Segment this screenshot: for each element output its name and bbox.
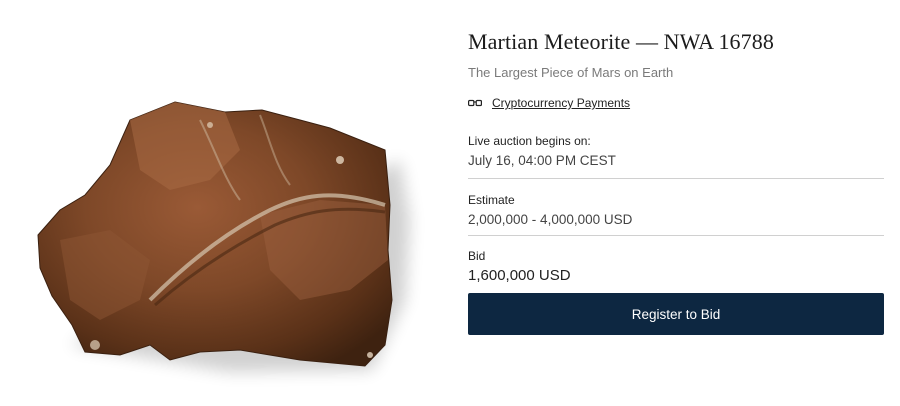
crypto-payments[interactable]: Cryptocurrency Payments [468, 96, 884, 110]
lot-details: Martian Meteorite — NWA 16788 The Larges… [468, 28, 884, 284]
divider [468, 178, 884, 179]
bid-value: 1,600,000 USD [468, 267, 571, 284]
auction-start-section: Live auction begins on: July 16, 04:00 P… [468, 133, 884, 170]
lot-subtitle: The Largest Piece of Mars on Earth [468, 65, 674, 80]
crypto-payments-link[interactable]: Cryptocurrency Payments [492, 96, 630, 110]
bid-section: Bid 1,600,000 USD [468, 248, 884, 285]
estimate-label: Estimate [468, 193, 515, 207]
register-to-bid-button[interactable]: Register to Bid [468, 293, 884, 335]
estimate-value: 2,000,000 - 4,000,000 USD [468, 212, 633, 227]
crypto-glasses-icon [468, 99, 482, 107]
estimate-section: Estimate 2,000,000 - 4,000,000 USD [468, 192, 884, 229]
meteorite-image [0, 0, 440, 406]
divider [468, 235, 884, 236]
auction-start-label: Live auction begins on: [468, 134, 591, 148]
lot-title: Martian Meteorite — NWA 16788 [468, 29, 774, 54]
bid-label: Bid [468, 249, 486, 263]
auction-start-value: July 16, 04:00 PM CEST [468, 153, 616, 168]
